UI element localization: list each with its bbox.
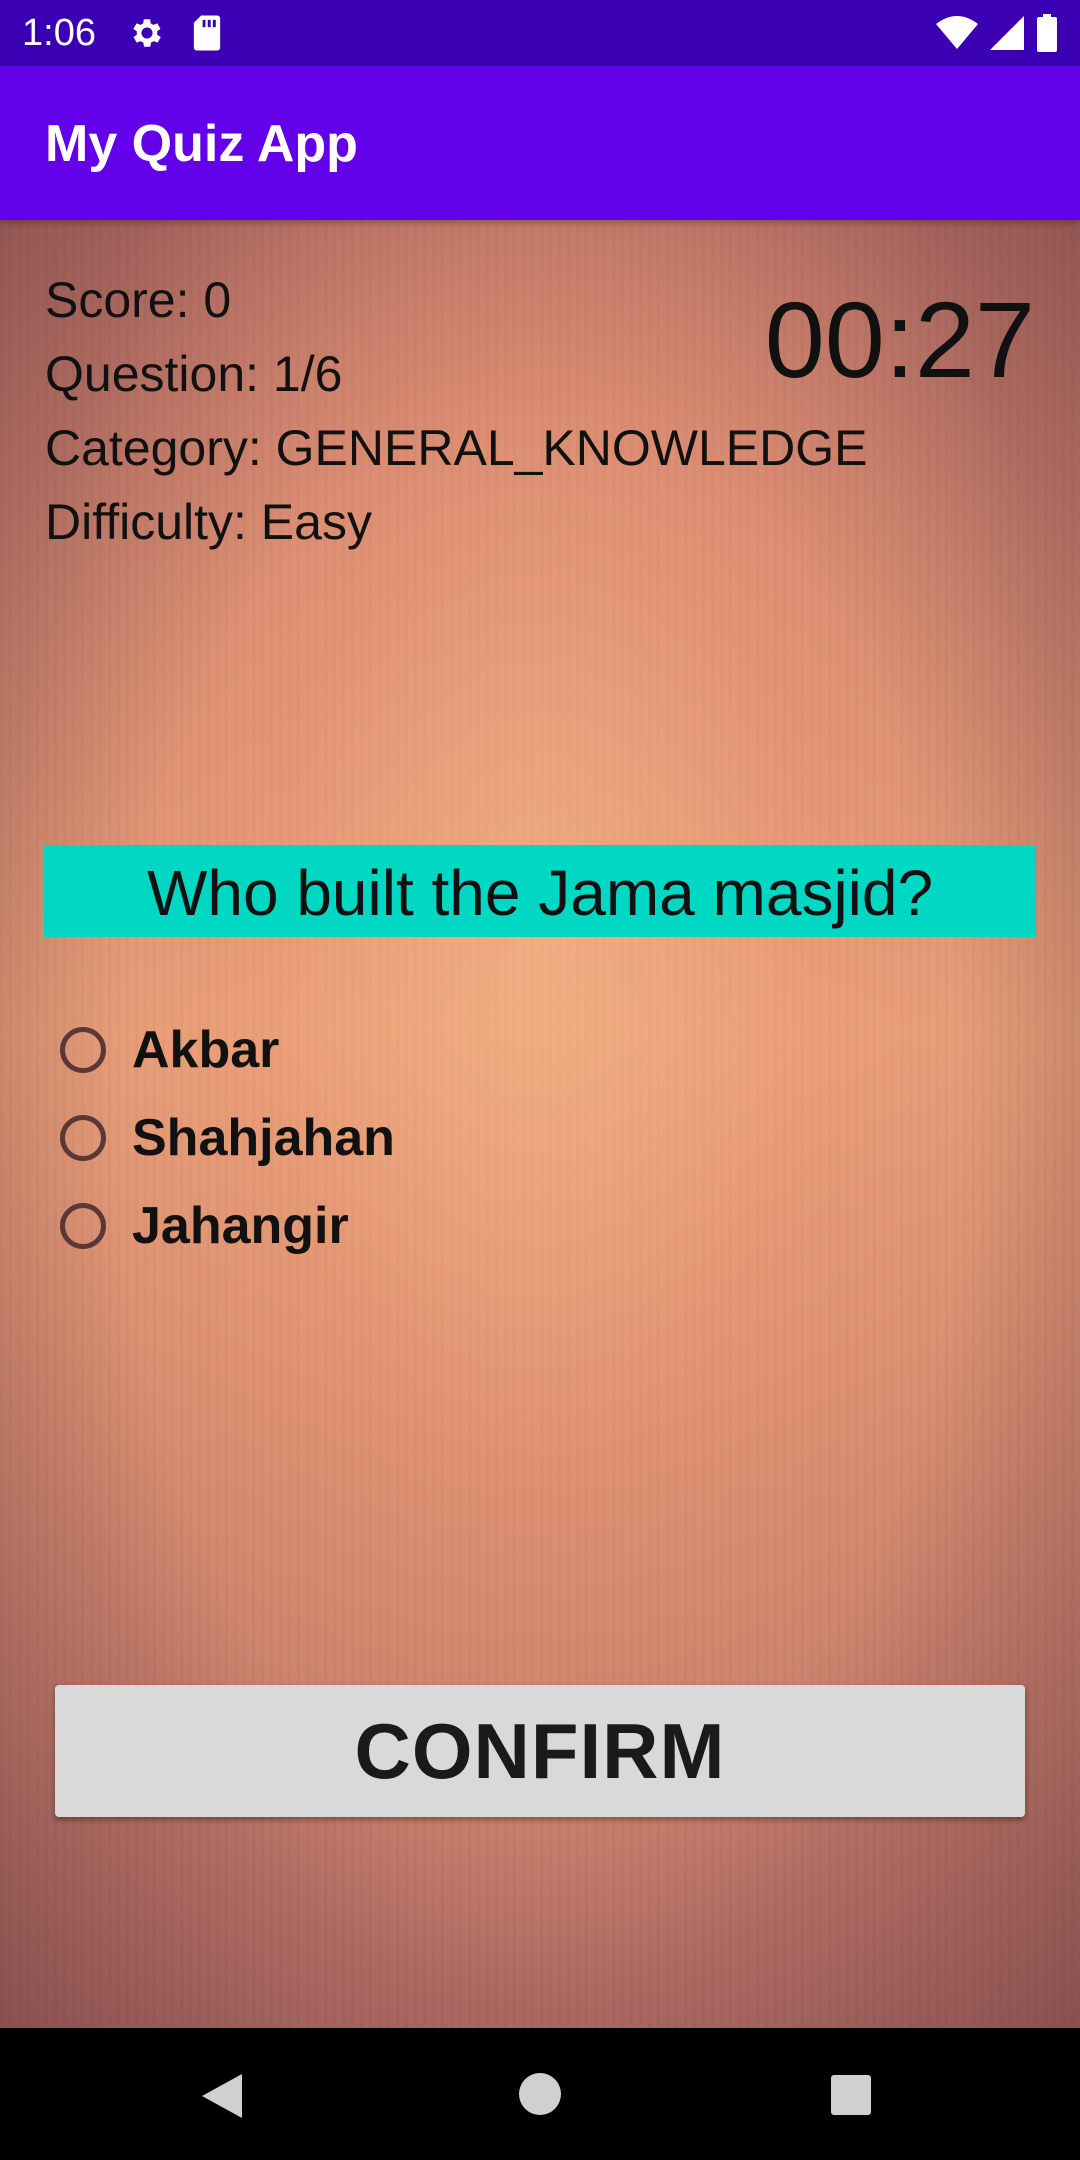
battery-icon (1037, 14, 1057, 52)
status-bar: 1:06 (0, 0, 1080, 66)
confirm-button[interactable]: CONFIRM (55, 1685, 1025, 1817)
option-label: Akbar (132, 1021, 280, 1079)
navigation-bar (0, 2028, 1080, 2160)
app-title: My Quiz App (45, 115, 358, 173)
difficulty-label: Difficulty: Easy (45, 494, 372, 550)
option-label: Shahjahan (132, 1109, 395, 1167)
option-label: Jahangir (132, 1197, 349, 1255)
score-label: Score: 0 (45, 272, 232, 328)
back-icon[interactable] (200, 2072, 246, 2120)
option-jahangir[interactable]: Jahangir (60, 1182, 395, 1270)
sd-card-icon (193, 15, 221, 51)
gear-icon (133, 19, 161, 47)
status-time: 1:06 (22, 12, 96, 54)
radio-button[interactable] (60, 1203, 106, 1249)
app-bar: My Quiz App (0, 66, 1080, 220)
countdown-timer: 00:27 (764, 279, 1035, 400)
question-count-label: Question: 1/6 (45, 346, 343, 402)
option-shahjahan[interactable]: Shahjahan (60, 1094, 395, 1182)
question-box: Who built the Jama masjid? (44, 845, 1036, 937)
radio-button[interactable] (60, 1027, 106, 1073)
answer-options: Akbar Shahjahan Jahangir (60, 1006, 395, 1270)
radio-button[interactable] (60, 1115, 106, 1161)
status-icons (936, 14, 1058, 52)
question-text: Who built the Jama masjid? (146, 857, 934, 929)
signal-icon (990, 16, 1024, 50)
wifi-icon (936, 16, 978, 49)
category-label: Category: GENERAL_KNOWLEDGE (45, 420, 868, 476)
home-icon[interactable] (518, 2072, 562, 2116)
recents-icon[interactable] (830, 2074, 872, 2116)
quiz-screen: Score: 0 Question: 1/6 Category: GENERAL… (0, 220, 1080, 2028)
option-akbar[interactable]: Akbar (60, 1006, 395, 1094)
confirm-label: CONFIRM (354, 1706, 726, 1795)
